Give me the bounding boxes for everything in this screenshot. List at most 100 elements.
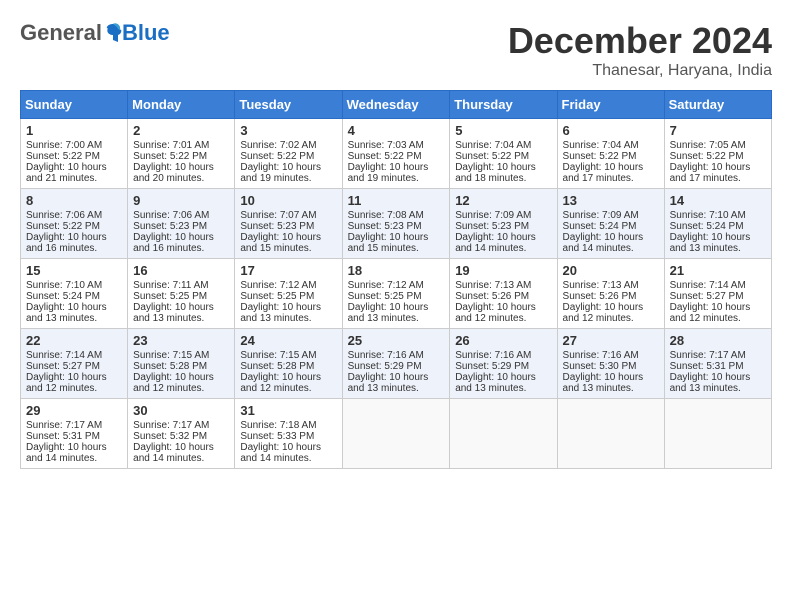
day-number: 2 bbox=[133, 123, 229, 138]
table-row bbox=[664, 399, 771, 469]
sunrise: Sunrise: 7:16 AM bbox=[563, 350, 639, 361]
sunset: Sunset: 5:22 PM bbox=[26, 221, 100, 232]
sunrise: Sunrise: 7:05 AM bbox=[670, 140, 746, 151]
sunset: Sunset: 5:26 PM bbox=[455, 291, 529, 302]
sunset: Sunset: 5:29 PM bbox=[455, 361, 529, 372]
title-block: December 2024 Thanesar, Haryana, India bbox=[508, 20, 772, 80]
sunrise: Sunrise: 7:11 AM bbox=[133, 280, 208, 291]
sunset: Sunset: 5:33 PM bbox=[240, 431, 314, 442]
logo-bird-icon bbox=[104, 22, 122, 44]
sunrise: Sunrise: 7:17 AM bbox=[26, 420, 102, 431]
table-row: 17Sunrise: 7:12 AMSunset: 5:25 PMDayligh… bbox=[235, 259, 342, 329]
col-thursday: Thursday bbox=[450, 91, 557, 119]
table-row bbox=[557, 399, 664, 469]
day-number: 26 bbox=[455, 333, 551, 348]
day-number: 5 bbox=[455, 123, 551, 138]
table-row: 25Sunrise: 7:16 AMSunset: 5:29 PMDayligh… bbox=[342, 329, 450, 399]
sunset: Sunset: 5:29 PM bbox=[348, 361, 422, 372]
table-row: 4Sunrise: 7:03 AMSunset: 5:22 PMDaylight… bbox=[342, 119, 450, 189]
logo-blue: Blue bbox=[122, 20, 170, 46]
day-number: 16 bbox=[133, 263, 229, 278]
sunset: Sunset: 5:23 PM bbox=[455, 221, 529, 232]
calendar-table: Sunday Monday Tuesday Wednesday Thursday… bbox=[20, 90, 772, 469]
table-row: 20Sunrise: 7:13 AMSunset: 5:26 PMDayligh… bbox=[557, 259, 664, 329]
col-wednesday: Wednesday bbox=[342, 91, 450, 119]
day-number: 25 bbox=[348, 333, 445, 348]
daylight: Daylight: 10 hours and 13 minutes. bbox=[670, 372, 751, 394]
sunrise: Sunrise: 7:17 AM bbox=[133, 420, 209, 431]
day-number: 23 bbox=[133, 333, 229, 348]
sunrise: Sunrise: 7:04 AM bbox=[563, 140, 639, 151]
daylight: Daylight: 10 hours and 13 minutes. bbox=[26, 302, 107, 324]
day-number: 29 bbox=[26, 403, 122, 418]
sunset: Sunset: 5:28 PM bbox=[133, 361, 207, 372]
table-row: 13Sunrise: 7:09 AMSunset: 5:24 PMDayligh… bbox=[557, 189, 664, 259]
sunrise: Sunrise: 7:07 AM bbox=[240, 210, 316, 221]
day-number: 10 bbox=[240, 193, 336, 208]
sunset: Sunset: 5:25 PM bbox=[348, 291, 422, 302]
sunrise: Sunrise: 7:12 AM bbox=[348, 280, 424, 291]
daylight: Daylight: 10 hours and 12 minutes. bbox=[455, 302, 536, 324]
daylight: Daylight: 10 hours and 13 minutes. bbox=[670, 232, 751, 254]
day-number: 14 bbox=[670, 193, 766, 208]
table-row: 10Sunrise: 7:07 AMSunset: 5:23 PMDayligh… bbox=[235, 189, 342, 259]
sunrise: Sunrise: 7:18 AM bbox=[240, 420, 316, 431]
day-number: 20 bbox=[563, 263, 659, 278]
daylight: Daylight: 10 hours and 12 minutes. bbox=[26, 372, 107, 394]
sunset: Sunset: 5:28 PM bbox=[240, 361, 314, 372]
sunrise: Sunrise: 7:00 AM bbox=[26, 140, 102, 151]
sunset: Sunset: 5:30 PM bbox=[563, 361, 637, 372]
sunset: Sunset: 5:22 PM bbox=[348, 151, 422, 162]
sunrise: Sunrise: 7:13 AM bbox=[563, 280, 639, 291]
sunrise: Sunrise: 7:04 AM bbox=[455, 140, 531, 151]
logo: General Blue bbox=[20, 20, 170, 46]
day-number: 3 bbox=[240, 123, 336, 138]
sunset: Sunset: 5:23 PM bbox=[348, 221, 422, 232]
calendar-header-row: Sunday Monday Tuesday Wednesday Thursday… bbox=[21, 91, 772, 119]
sunrise: Sunrise: 7:09 AM bbox=[563, 210, 639, 221]
day-number: 22 bbox=[26, 333, 122, 348]
daylight: Daylight: 10 hours and 17 minutes. bbox=[670, 162, 751, 184]
table-row: 6Sunrise: 7:04 AMSunset: 5:22 PMDaylight… bbox=[557, 119, 664, 189]
sunrise: Sunrise: 7:02 AM bbox=[240, 140, 316, 151]
col-sunday: Sunday bbox=[21, 91, 128, 119]
sunrise: Sunrise: 7:12 AM bbox=[240, 280, 316, 291]
table-row: 19Sunrise: 7:13 AMSunset: 5:26 PMDayligh… bbox=[450, 259, 557, 329]
sunrise: Sunrise: 7:08 AM bbox=[348, 210, 424, 221]
sunset: Sunset: 5:22 PM bbox=[133, 151, 207, 162]
table-row: 7Sunrise: 7:05 AMSunset: 5:22 PMDaylight… bbox=[664, 119, 771, 189]
day-number: 12 bbox=[455, 193, 551, 208]
sunset: Sunset: 5:24 PM bbox=[563, 221, 637, 232]
table-row: 21Sunrise: 7:14 AMSunset: 5:27 PMDayligh… bbox=[664, 259, 771, 329]
table-row: 24 Sunrise: 7:15 AMSunset: 5:28 PMDayligh… bbox=[235, 329, 342, 399]
daylight: Daylight: 10 hours and 13 minutes. bbox=[563, 372, 644, 394]
sunset: Sunset: 5:31 PM bbox=[670, 361, 744, 372]
daylight: Daylight: 10 hours and 19 minutes. bbox=[240, 162, 321, 184]
daylight: Daylight: 10 hours and 13 minutes. bbox=[133, 302, 214, 324]
sunset: Sunset: 5:22 PM bbox=[563, 151, 637, 162]
sunrise: Sunrise: 7:16 AM bbox=[348, 350, 424, 361]
sunset: Sunset: 5:31 PM bbox=[26, 431, 100, 442]
day-number: 7 bbox=[670, 123, 766, 138]
sunset: Sunset: 5:23 PM bbox=[240, 221, 314, 232]
daylight: Daylight: 10 hours and 13 minutes. bbox=[455, 372, 536, 394]
table-row: 12Sunrise: 7:09 AMSunset: 5:23 PMDayligh… bbox=[450, 189, 557, 259]
day-number: 30 bbox=[133, 403, 229, 418]
sunrise: Sunrise: 7:15 AM bbox=[240, 350, 316, 361]
sunset: Sunset: 5:32 PM bbox=[133, 431, 207, 442]
daylight: Daylight: 10 hours and 12 minutes. bbox=[133, 372, 214, 394]
sunrise: Sunrise: 7:03 AM bbox=[348, 140, 424, 151]
col-friday: Friday bbox=[557, 91, 664, 119]
day-number: 21 bbox=[670, 263, 766, 278]
day-number: 6 bbox=[563, 123, 659, 138]
day-number: 24 bbox=[240, 333, 336, 348]
sunset: Sunset: 5:22 PM bbox=[240, 151, 314, 162]
table-row: 14Sunrise: 7:10 AMSunset: 5:24 PMDayligh… bbox=[664, 189, 771, 259]
daylight: Daylight: 10 hours and 14 minutes. bbox=[455, 232, 536, 254]
table-row: 16Sunrise: 7:11 AMSunset: 5:25 PMDayligh… bbox=[128, 259, 235, 329]
col-saturday: Saturday bbox=[664, 91, 771, 119]
table-row: 22Sunrise: 7:14 AMSunset: 5:27 PMDayligh… bbox=[21, 329, 128, 399]
day-number: 18 bbox=[348, 263, 445, 278]
daylight: Daylight: 10 hours and 12 minutes. bbox=[240, 372, 321, 394]
table-row: 9Sunrise: 7:06 AMSunset: 5:23 PMDaylight… bbox=[128, 189, 235, 259]
